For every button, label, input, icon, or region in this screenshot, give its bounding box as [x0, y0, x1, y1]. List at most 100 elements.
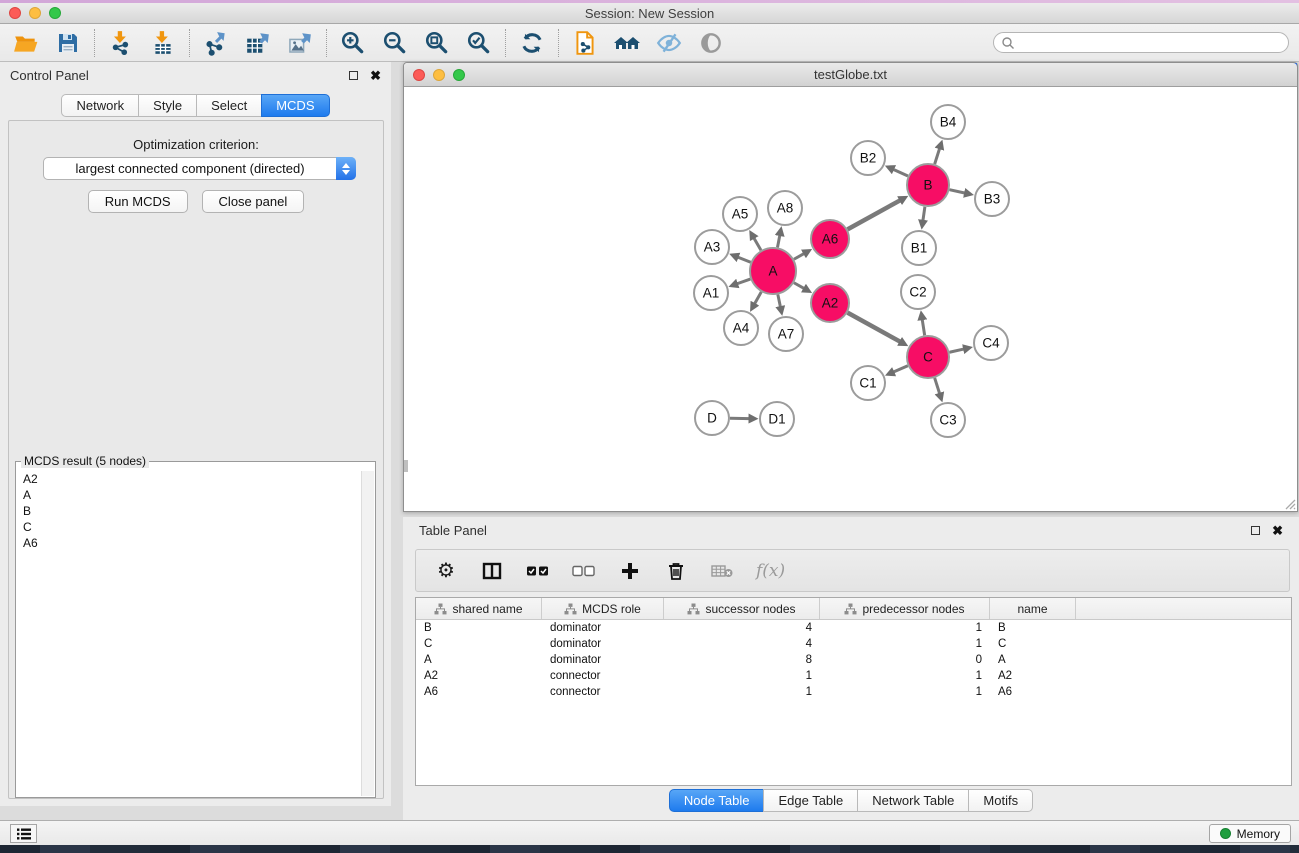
- import-network-icon[interactable]: [107, 29, 135, 57]
- main-toolbar: [0, 24, 1299, 62]
- hide-details-eye-icon[interactable]: [655, 29, 683, 57]
- tab-node-table[interactable]: Node Table: [669, 789, 764, 812]
- zoom-in-icon[interactable]: [339, 29, 367, 57]
- optimization-criterion-dropdown[interactable]: largest connected component (directed): [43, 157, 356, 180]
- svg-text:D1: D1: [768, 412, 785, 427]
- graph-node-A1[interactable]: A1: [694, 276, 728, 310]
- task-history-button[interactable]: [10, 824, 37, 843]
- svg-text:C1: C1: [859, 376, 876, 391]
- table-tabs: Node Table Edge Table Network Table Moti…: [669, 789, 1033, 812]
- table-float-icon[interactable]: [1251, 526, 1260, 535]
- graph-node-A[interactable]: A: [750, 248, 796, 294]
- deselect-all-icon[interactable]: [572, 559, 596, 583]
- network-canvas[interactable]: B4 B2 B B3 A5 A8 A6 A3 B1 A A1 C2 A2 A4 A7 C4 C C1 C3 D D1: [404, 88, 1297, 511]
- graph-node-B3[interactable]: B3: [975, 182, 1009, 216]
- delete-column-trash-icon[interactable]: [664, 559, 688, 583]
- result-list-scrollbar[interactable]: [361, 471, 374, 796]
- run-mcds-button[interactable]: Run MCDS: [88, 190, 188, 213]
- svg-text:A3: A3: [704, 240, 721, 255]
- column-layout-icon[interactable]: [480, 559, 504, 583]
- graph-node-A4[interactable]: A4: [724, 311, 758, 345]
- table-cell: 1: [820, 622, 990, 634]
- column-header-predecessor-nodes[interactable]: predecessor nodes: [820, 598, 990, 619]
- column-header-MCDS-role[interactable]: MCDS role: [542, 598, 664, 619]
- graph-node-A3[interactable]: A3: [695, 230, 729, 264]
- open-folder-icon[interactable]: [12, 29, 40, 57]
- close-panel-icon[interactable]: ✖: [370, 71, 381, 80]
- table-settings-gear-icon[interactable]: ⚙: [434, 559, 458, 583]
- resize-grip-icon[interactable]: [1282, 496, 1296, 510]
- graph-node-A5[interactable]: A5: [723, 197, 757, 231]
- table-row[interactable]: A2connector11A2: [416, 668, 1291, 684]
- edge-C-C3: [935, 378, 940, 393]
- search-input[interactable]: [1015, 35, 1288, 51]
- clone-network-icon[interactable]: [571, 29, 599, 57]
- tab-motifs[interactable]: Motifs: [968, 789, 1033, 812]
- close-panel-button[interactable]: Close panel: [202, 190, 305, 213]
- table-row[interactable]: Adominator80A: [416, 652, 1291, 668]
- graph-node-A7[interactable]: A7: [769, 317, 803, 351]
- svg-text:C2: C2: [909, 285, 926, 300]
- table-cell: 1: [820, 638, 990, 650]
- mcds-result-item[interactable]: A: [17, 487, 361, 503]
- desktop-edge-bottom: [0, 845, 1299, 853]
- graph-node-C1[interactable]: C1: [851, 366, 885, 400]
- import-table-icon[interactable]: [149, 29, 177, 57]
- float-panel-icon[interactable]: [349, 71, 358, 80]
- edge-B-B2: [894, 169, 908, 175]
- dropdown-selected-value: largest connected component (directed): [44, 161, 336, 176]
- save-icon[interactable]: [54, 29, 82, 57]
- table-row[interactable]: Cdominator41C: [416, 636, 1291, 652]
- select-all-icon[interactable]: [526, 559, 550, 583]
- graph-node-C[interactable]: C: [907, 336, 949, 378]
- graph-node-C2[interactable]: C2: [901, 275, 935, 309]
- search-field[interactable]: [993, 32, 1289, 53]
- mcds-result-item[interactable]: B: [17, 503, 361, 519]
- export-table-icon[interactable]: [244, 29, 272, 57]
- tab-style[interactable]: Style: [138, 94, 196, 117]
- graph-node-C3[interactable]: C3: [931, 403, 965, 437]
- column-header-name[interactable]: name: [990, 598, 1076, 619]
- app-titlebar[interactable]: Session: New Session: [0, 3, 1299, 24]
- mcds-result-list[interactable]: A2ABCA6: [17, 471, 361, 796]
- tab-select[interactable]: Select: [196, 94, 261, 117]
- add-column-icon[interactable]: [618, 559, 642, 583]
- hierarchy-icon: [564, 603, 577, 615]
- table-cell: connector: [542, 670, 664, 682]
- tab-network[interactable]: Network: [61, 94, 138, 117]
- column-header-shared-name[interactable]: shared name: [416, 598, 542, 619]
- column-header-successor-nodes[interactable]: successor nodes: [664, 598, 820, 619]
- mcds-result-item[interactable]: C: [17, 519, 361, 535]
- graph-node-B2[interactable]: B2: [851, 141, 885, 175]
- graph-node-A6[interactable]: A6: [811, 220, 849, 258]
- graph-node-A8[interactable]: A8: [768, 191, 802, 225]
- table-row[interactable]: A6connector11A6: [416, 684, 1291, 700]
- memory-button[interactable]: Memory: [1209, 824, 1291, 843]
- edge-C-C2: [922, 320, 924, 336]
- dropdown-stepper-icon: [336, 157, 356, 180]
- memory-label: Memory: [1237, 827, 1280, 841]
- table-close-icon[interactable]: ✖: [1272, 526, 1283, 535]
- graph-node-B1[interactable]: B1: [902, 231, 936, 265]
- zoom-out-icon[interactable]: [381, 29, 409, 57]
- export-network-icon[interactable]: [202, 29, 230, 57]
- mcds-result-item[interactable]: A2: [17, 471, 361, 487]
- network-window-titlebar[interactable]: testGlobe.txt: [404, 63, 1297, 87]
- tab-network-table[interactable]: Network Table: [857, 789, 968, 812]
- mcds-result-item[interactable]: A6: [17, 535, 361, 551]
- graph-node-D[interactable]: D: [695, 401, 729, 435]
- home-layout-icon[interactable]: [613, 29, 641, 57]
- zoom-selected-icon[interactable]: [465, 29, 493, 57]
- graph-node-B4[interactable]: B4: [931, 105, 965, 139]
- graph-node-C4[interactable]: C4: [974, 326, 1008, 360]
- graph-node-D1[interactable]: D1: [760, 402, 794, 436]
- birds-eye-view-icon[interactable]: [697, 29, 725, 57]
- graph-node-A2[interactable]: A2: [811, 284, 849, 322]
- graph-node-B[interactable]: B: [907, 164, 949, 206]
- tab-mcds[interactable]: MCDS: [261, 94, 329, 117]
- zoom-fit-icon[interactable]: [423, 29, 451, 57]
- refresh-icon[interactable]: [518, 29, 546, 57]
- table-row[interactable]: Bdominator41B: [416, 620, 1291, 636]
- export-image-icon[interactable]: [286, 29, 314, 57]
- tab-edge-table[interactable]: Edge Table: [763, 789, 857, 812]
